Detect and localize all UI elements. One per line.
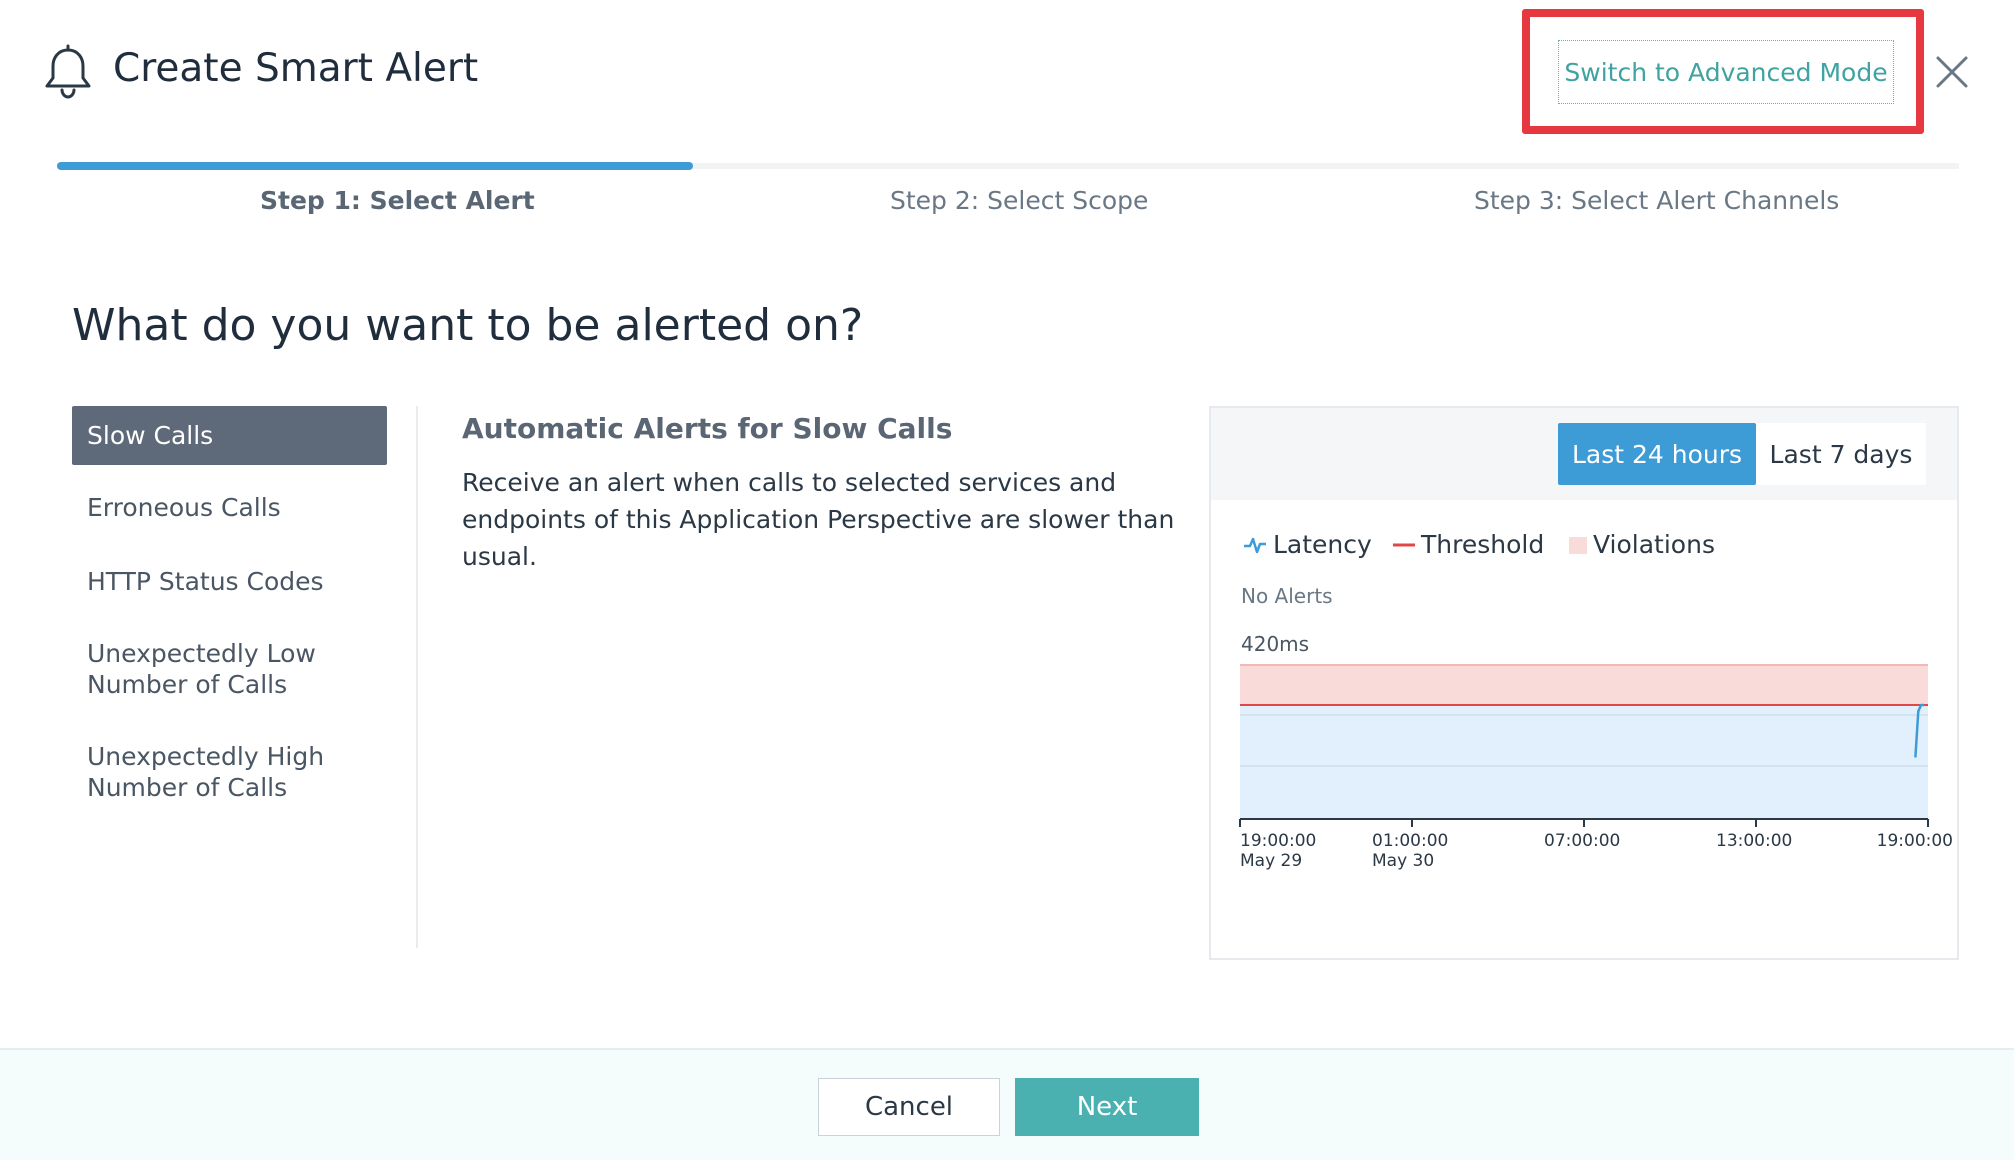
no-alerts-text: No Alerts [1241,584,1333,608]
description-title: Automatic Alerts for Slow Calls [462,412,953,445]
next-button[interactable]: Next [1015,1078,1199,1136]
chart-panel-header: Last 24 hours Last 7 days [1211,408,1957,500]
latency-icon [1244,537,1266,553]
menu-item-high-number-of-calls[interactable]: Unexpectedly High Number of Calls [72,741,387,803]
cancel-button[interactable]: Cancel [818,1078,1000,1136]
x-tick-label: 19:00:00 [1876,831,1953,851]
menu-item-slow-calls[interactable]: Slow Calls [72,406,387,465]
page-question: What do you want to be alerted on? [72,300,864,351]
legend-violations: Violations [1569,530,1715,559]
stepper-progress [57,162,693,170]
legend-violations-label: Violations [1593,530,1715,559]
latency-chart [1239,664,1929,827]
menu-divider [416,406,418,948]
bell-icon [45,44,91,99]
menu-item-http-status-codes[interactable]: HTTP Status Codes [72,566,387,597]
description-text: Receive an alert when calls to selected … [462,468,1175,571]
violations-band [1240,665,1928,705]
close-icon[interactable] [1932,52,1972,92]
dialog-title: Create Smart Alert [113,46,479,91]
legend-threshold: Threshold [1393,530,1544,559]
x-tick-date: May 29 [1240,851,1303,871]
x-tick-label: 13:00:00 [1716,831,1793,851]
range-last-7-days-button[interactable]: Last 7 days [1756,423,1926,485]
step-1-label[interactable]: Step 1: Select Alert [260,186,535,215]
menu-item-erroneous-calls[interactable]: Erroneous Calls [72,492,387,523]
range-last-24-hours-button[interactable]: Last 24 hours [1558,423,1756,485]
latency-area [1240,705,1928,819]
x-tick-label: 01:00:00 May 30 [1372,831,1449,871]
menu-item-low-number-of-calls[interactable]: Unexpectedly Low Number of Calls [72,638,387,700]
x-tick-label: 19:00:00 May 29 [1240,831,1317,871]
violations-swatch-icon [1569,536,1587,554]
legend-latency: Latency [1243,530,1372,559]
step-2-label[interactable]: Step 2: Select Scope [890,186,1148,215]
dialog-footer [0,1048,2014,1160]
x-tick-date: May 30 [1372,851,1435,871]
chart-panel: Last 24 hours Last 7 days Latency Thresh… [1209,406,1959,960]
step-3-label[interactable]: Step 3: Select Alert Channels [1474,186,1839,215]
legend-threshold-label: Threshold [1421,530,1545,559]
switch-advanced-mode-button[interactable]: Switch to Advanced Mode [1558,40,1894,104]
x-tick-label: 07:00:00 [1544,831,1621,851]
threshold-line-icon [1393,543,1415,546]
legend-latency-label: Latency [1273,530,1372,559]
